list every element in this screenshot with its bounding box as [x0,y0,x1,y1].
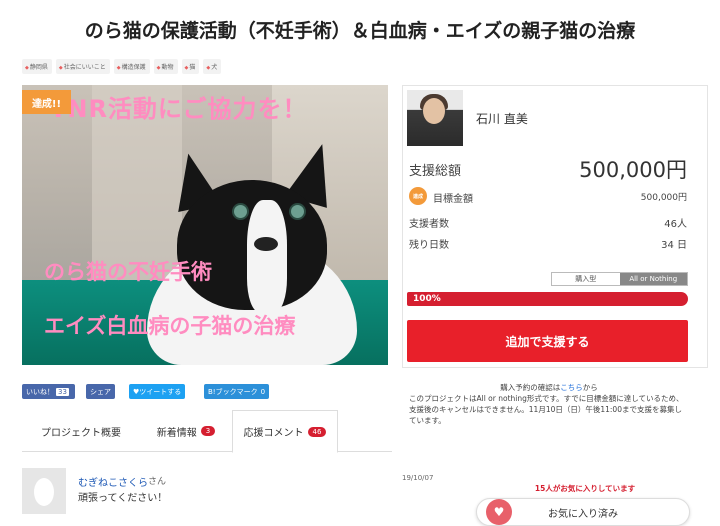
favorite-label: お気に入り済み [548,508,618,520]
tag-item[interactable]: 動物 [153,59,178,74]
tab-news[interactable]: 新着情報 3 [140,410,232,452]
avatar-face [423,98,445,124]
reservation-prefix: 購入予約の確認は [500,383,561,392]
all-or-nothing-note: 購入予約の確認はこちらから このプロジェクトはAll or nothing形式で… [409,382,689,426]
cat-eye-right [289,203,306,220]
supporters-row: 支援者数 46人 [409,215,687,230]
hero-line-2: エイズ白血病の子猫の治療 [44,314,296,338]
goal-value: 500,000円 [640,193,687,203]
funding-type-toggle: 購入型 All or Nothing [551,272,688,286]
facebook-share-button[interactable]: シェア [86,384,115,399]
total-amount-row: 支援総額 500,000円 [409,158,687,182]
type-purchase[interactable]: 購入型 [552,273,620,285]
tag-item[interactable]: 社会にいいこと [55,59,110,74]
like-label: いいね！ [26,387,54,396]
days-left-row: 残り日数 34 日 [409,236,687,251]
total-value: 500,000円 [579,158,687,182]
cat-face-marking [247,200,287,312]
note-body: このプロジェクトはAll or nothing形式です。すでに目標金額に達してい… [409,394,684,425]
tab-label: プロジェクト概要 [41,427,121,439]
reservation-suffix: から [582,383,598,392]
reservation-link[interactable]: こちら [560,383,583,392]
owner-avatar[interactable] [407,90,463,146]
project-tabs: プロジェクト概要 新着情報 3 応援コメント 46 [22,410,392,453]
default-avatar-icon [34,478,54,506]
commenter-avatar[interactable] [22,468,66,514]
commenter-suffix: さん [148,477,167,487]
comments-count-badge: 46 [307,426,327,437]
cat-eye-left [232,203,249,220]
hatena-label: B!ブックマーク [208,387,258,396]
tweet-button[interactable]: ♥︎ ツイートする [129,384,186,399]
progress-bar: 100% [407,292,688,306]
cat-nose [254,237,278,251]
goal-row: 達成 目標金額 500,000円 [409,187,687,205]
days-label: 残り日数 [409,240,449,251]
reservation-line: 購入予約の確認はこちらから [409,382,689,393]
news-count-badge: 3 [200,426,216,436]
supporters-label: 支援者数 [409,219,449,230]
facebook-like-button[interactable]: いいね！ 33 [22,384,75,399]
tab-comments[interactable]: 応援コメント 46 [232,410,338,453]
total-label: 支援総額 [409,164,462,179]
comment-date: 19/10/07 [402,474,434,482]
hatena-count: 0 [260,387,266,396]
hero-heading: TNR活動にご協力を！ [50,95,308,123]
tag-item[interactable]: 構造保護 [113,59,150,74]
favorite-count: 15人がお気に入りしています [534,484,636,493]
tab-label: 応援コメント [243,428,304,439]
commenter-name[interactable]: むぎねこさくら [78,474,148,489]
days-value: 34 日 [661,240,687,251]
tab-label: 新着情報 [156,427,197,439]
tag-list: 静岡県 社会にいいこと 構造保護 動物 猫 犬 [22,59,222,74]
project-title: のら猫の保護活動（不妊手術）＆白血病・エイズの親子猫の治療 [84,20,636,42]
hatena-bookmark-button[interactable]: B!ブックマーク 0 [204,384,270,399]
supporters-value: 46人 [664,219,687,230]
tag-item[interactable]: 猫 [181,59,200,74]
hero-line-1: のら猫の不妊手術 [44,260,212,284]
heart-icon[interactable]: ♥ [486,499,512,525]
achieved-badge: 達成!! [22,90,71,114]
tag-item[interactable]: 犬 [203,59,222,74]
tab-overview[interactable]: プロジェクト概要 [22,410,140,452]
hero-image: TNR活動にご協力を！ のら猫の不妊手術 エイズ白血病の子猫の治療 [22,85,388,365]
comment-text: 頑張ってください！ [78,493,168,504]
type-all-or-nothing[interactable]: All or Nothing [619,273,687,285]
like-count: 33 [56,387,69,396]
tweet-label: ツイートする [139,387,182,396]
goal-label: 目標金額 [433,194,473,205]
achieved-icon: 達成 [409,187,427,205]
owner-name[interactable]: 石川 直美 [476,110,528,127]
support-button[interactable]: 追加で支援する [407,320,688,362]
tag-item[interactable]: 静岡県 [22,59,52,74]
